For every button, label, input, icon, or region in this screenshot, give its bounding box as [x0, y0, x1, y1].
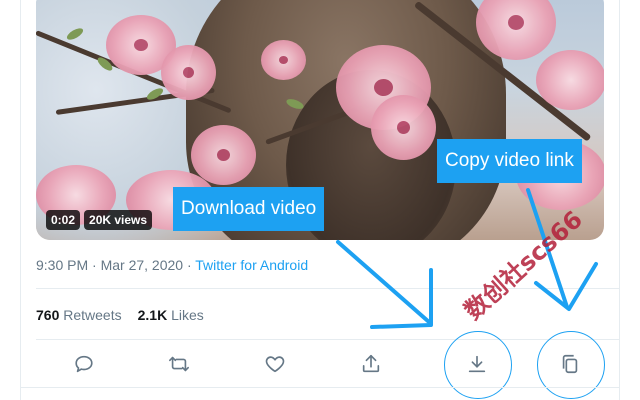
card-border-left — [20, 0, 21, 400]
likes-label: Likes — [171, 307, 204, 323]
video-info-badges: 0:02 20K views — [46, 210, 153, 230]
blossom — [261, 40, 306, 80]
meta-separator: · — [183, 257, 196, 273]
share-button[interactable] — [358, 352, 384, 376]
copy-arrowhead — [534, 262, 598, 311]
tweet-timestamp[interactable]: 9:30 PM · Mar 27, 2020 — [36, 257, 183, 273]
download-highlight-ring — [444, 331, 512, 399]
reply-icon — [75, 355, 93, 373]
reply-button[interactable] — [71, 352, 97, 376]
blossom — [191, 125, 256, 185]
copy-video-link-callout: Copy video link — [437, 139, 582, 183]
likes-stat[interactable]: 2.1K Likes — [138, 307, 204, 323]
download-arrow — [336, 240, 431, 324]
retweet-icon — [169, 356, 189, 372]
like-button[interactable] — [262, 352, 288, 376]
tweet-stats: 760 Retweets 2.1K Likes — [36, 307, 204, 323]
video-duration: 0:02 — [46, 210, 81, 230]
likes-count: 2.1K — [137, 307, 168, 323]
tweet-page: 0:02 20K views 9:30 PM · Mar 27, 2020 · … — [0, 0, 640, 400]
download-video-callout: Download video — [173, 187, 325, 231]
tweet-meta: 9:30 PM · Mar 27, 2020 · Twitter for And… — [36, 257, 308, 273]
download-arrowhead — [370, 268, 433, 329]
blossom — [536, 50, 604, 110]
blossom — [161, 45, 216, 100]
retweet-button[interactable] — [166, 352, 192, 376]
copy-highlight-ring — [537, 331, 605, 399]
divider — [36, 339, 620, 340]
tweet-source-link[interactable]: Twitter for Android — [195, 257, 308, 273]
blossom — [371, 95, 436, 160]
retweets-count: 760 — [36, 307, 60, 323]
card-bottom-border — [20, 387, 620, 388]
card-border-right — [619, 0, 620, 400]
heart-icon — [265, 356, 285, 373]
retweets-label: Retweets — [63, 307, 122, 323]
divider — [36, 288, 620, 289]
share-icon — [362, 354, 380, 373]
video-views: 20K views — [84, 210, 153, 230]
retweets-stat[interactable]: 760 Retweets — [36, 307, 122, 323]
